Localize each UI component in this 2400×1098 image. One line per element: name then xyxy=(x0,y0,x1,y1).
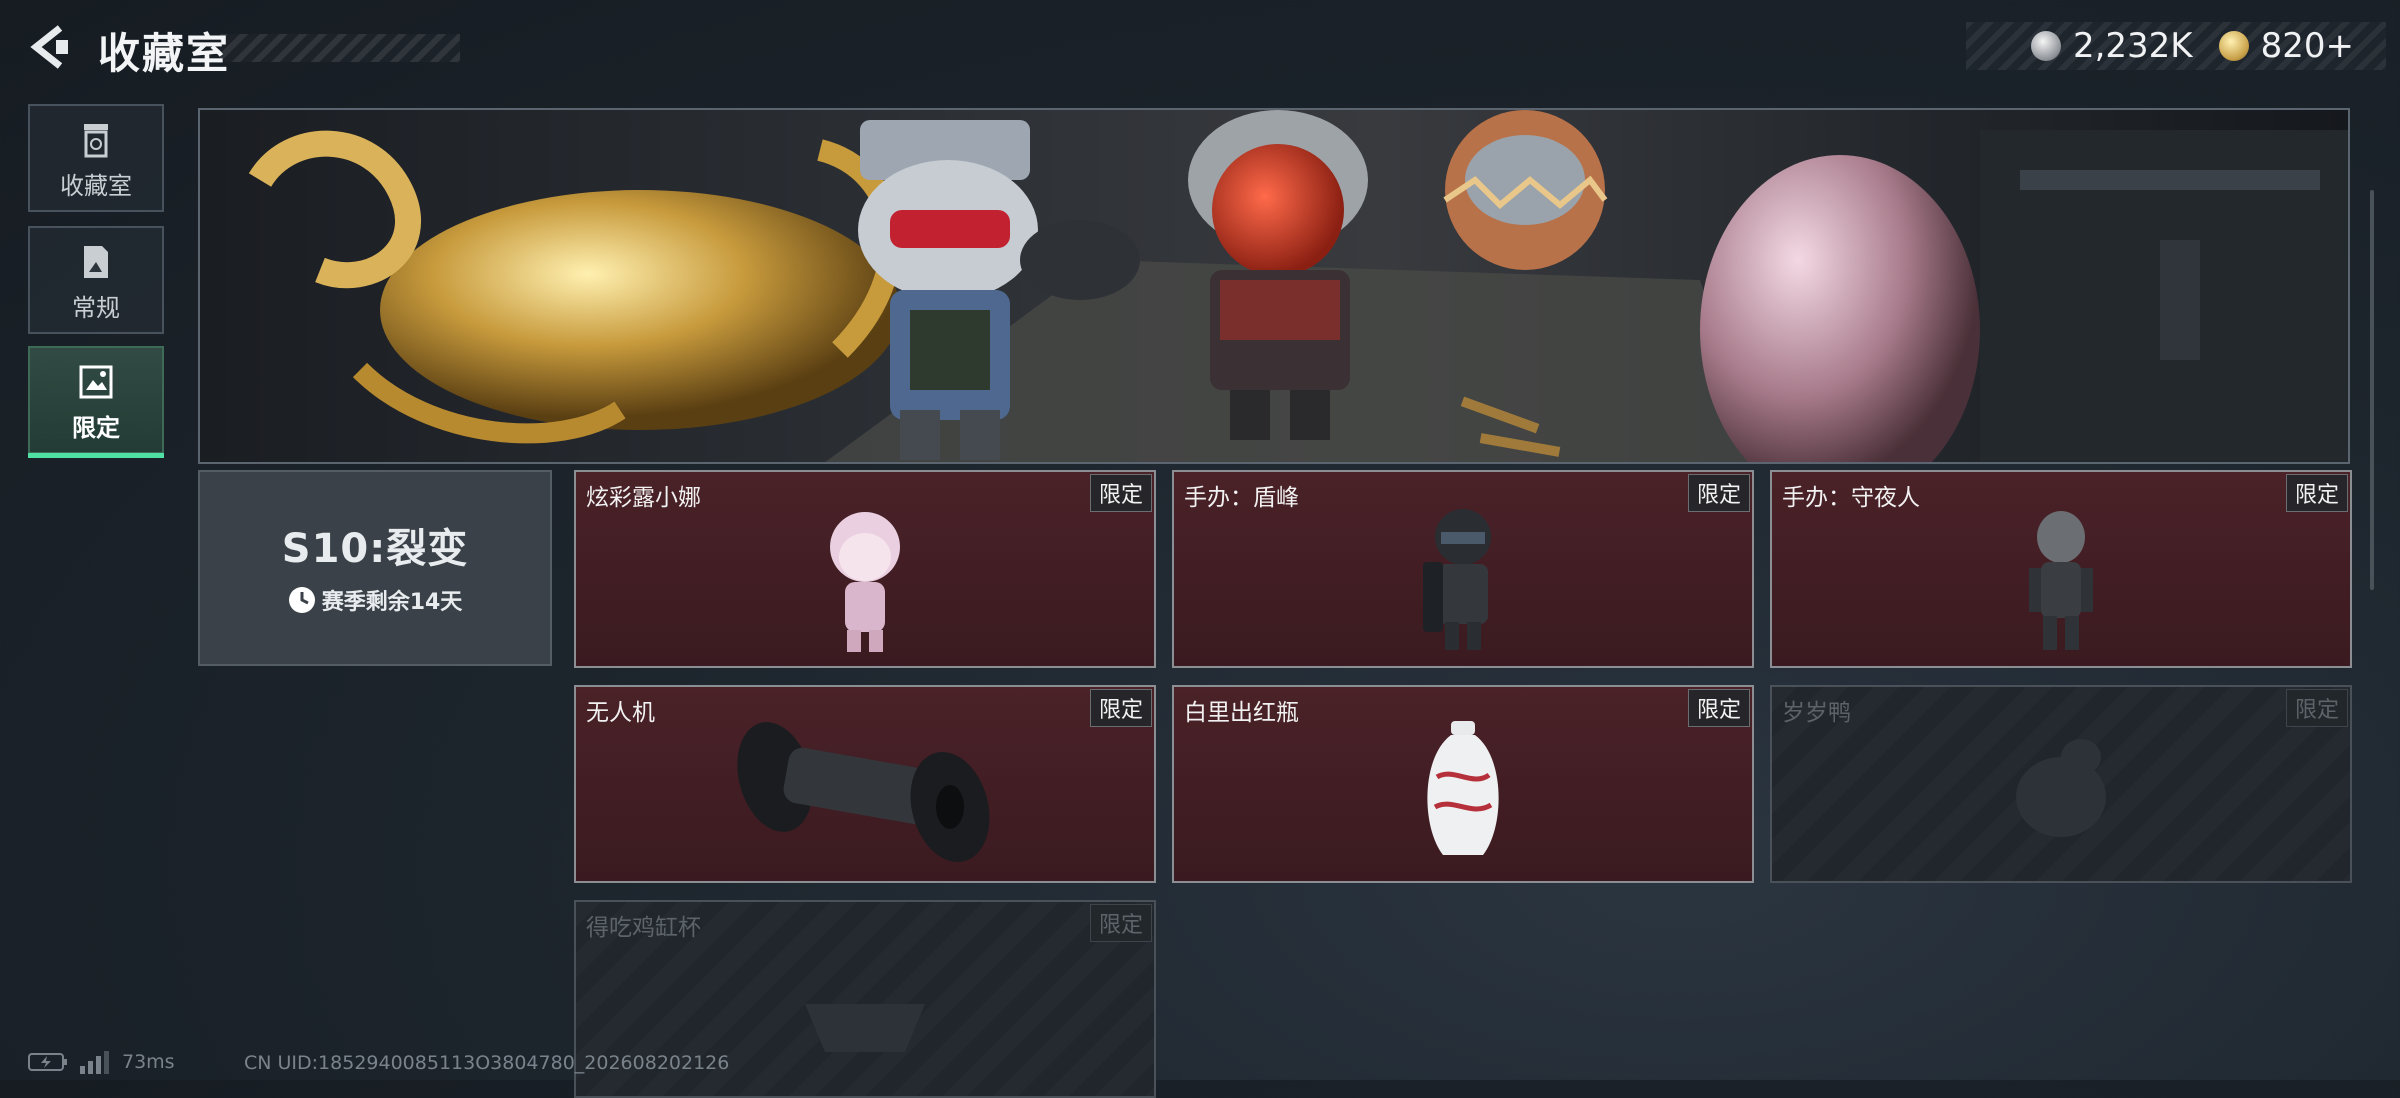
item-name: 手办：守夜人 xyxy=(1782,485,1920,511)
status-bar: 73ms xyxy=(28,1050,175,1074)
figurine-girl-icon xyxy=(830,512,900,652)
item-name: 无人机 xyxy=(586,700,655,726)
shield-soldier-figurine-icon xyxy=(1423,509,1491,650)
item-name: 炫彩露小娜 xyxy=(586,485,701,511)
collection-item-card[interactable]: 白里出红瓶 限定 xyxy=(1172,685,1754,883)
pearl-egg-figure xyxy=(1700,155,1980,462)
trash-bin-icon xyxy=(84,124,108,158)
collection-item-card[interactable]: 手办：守夜人 限定 xyxy=(1770,470,2352,668)
item-name: 手办：盾峰 xyxy=(1184,485,1299,511)
limited-tag: 限定 xyxy=(2285,689,2348,727)
sidebar-item-label: 常规 xyxy=(72,294,120,322)
night-watcher-figurine-icon xyxy=(2029,511,2093,650)
item-name: 得吃鸡缸杯 xyxy=(586,915,701,941)
gold-coin-icon xyxy=(2218,31,2249,61)
signal-strength-icon xyxy=(80,1051,109,1074)
sidebar-item-regular[interactable]: 常规 xyxy=(28,226,164,334)
season-remaining-text: 赛季剩余14天 xyxy=(321,590,463,615)
title-decoration xyxy=(220,34,460,62)
cup-silhouette-icon xyxy=(805,1004,925,1052)
duck-silhouette-icon xyxy=(2016,739,2106,837)
page-title: 收藏室 xyxy=(98,29,231,78)
currency-bar: 2,232K 820+ xyxy=(1966,22,2386,70)
back-arrow-icon xyxy=(30,25,68,69)
active-tab-indicator xyxy=(28,453,164,458)
collection-item-card-locked[interactable]: 岁岁鸭 限定 xyxy=(1770,685,2352,883)
season-remaining: 赛季剩余14天 xyxy=(200,584,550,616)
limited-tag: 限定 xyxy=(1687,474,1750,512)
sidebar-item-label: 收藏室 xyxy=(60,172,132,200)
limited-tag: 限定 xyxy=(1089,904,1152,942)
collection-item-card[interactable]: 无人机 限定 xyxy=(574,685,1156,883)
season-title: S10:裂变 xyxy=(281,526,469,572)
user-uid: CN UID:1852940085113O3804780_20260820212… xyxy=(244,1052,730,1074)
gold-currency-value[interactable]: 820+ xyxy=(2261,26,2354,66)
limited-tag: 限定 xyxy=(1089,689,1152,727)
sidebar-item-limited[interactable]: 限定 xyxy=(28,346,164,458)
silver-coin-icon xyxy=(2030,31,2061,61)
back-button[interactable] xyxy=(26,22,76,72)
document-icon xyxy=(84,246,108,278)
limited-tag: 限定 xyxy=(1089,474,1152,512)
porcelain-vase-icon xyxy=(1427,721,1499,855)
clock-icon xyxy=(288,587,315,613)
scrollbar[interactable] xyxy=(2370,190,2374,590)
collection-item-card[interactable]: 炫彩露小娜 限定 xyxy=(574,470,1156,668)
golden-turtle-figure xyxy=(380,190,900,430)
limited-tag: 限定 xyxy=(1687,689,1750,727)
battery-icon xyxy=(28,1053,67,1071)
sidebar-item-collection[interactable]: 收藏室 xyxy=(28,104,164,212)
season-card: S10:裂变 赛季剩余14天 xyxy=(198,470,552,666)
silver-currency-value: 2,232K xyxy=(2072,26,2193,66)
photo-frame-icon xyxy=(79,365,113,399)
collection-item-card[interactable]: 手办：盾峰 限定 xyxy=(1172,470,1754,668)
sidebar-item-label: 限定 xyxy=(72,414,120,442)
item-name: 岁岁鸭 xyxy=(1782,700,1851,726)
ping-value: 73ms xyxy=(122,1051,175,1073)
banner-illustration xyxy=(248,110,2348,462)
limited-tag: 限定 xyxy=(2285,474,2348,512)
drone-icon xyxy=(737,722,990,862)
collection-banner xyxy=(198,108,2350,464)
item-name: 白里出红瓶 xyxy=(1184,700,1299,726)
